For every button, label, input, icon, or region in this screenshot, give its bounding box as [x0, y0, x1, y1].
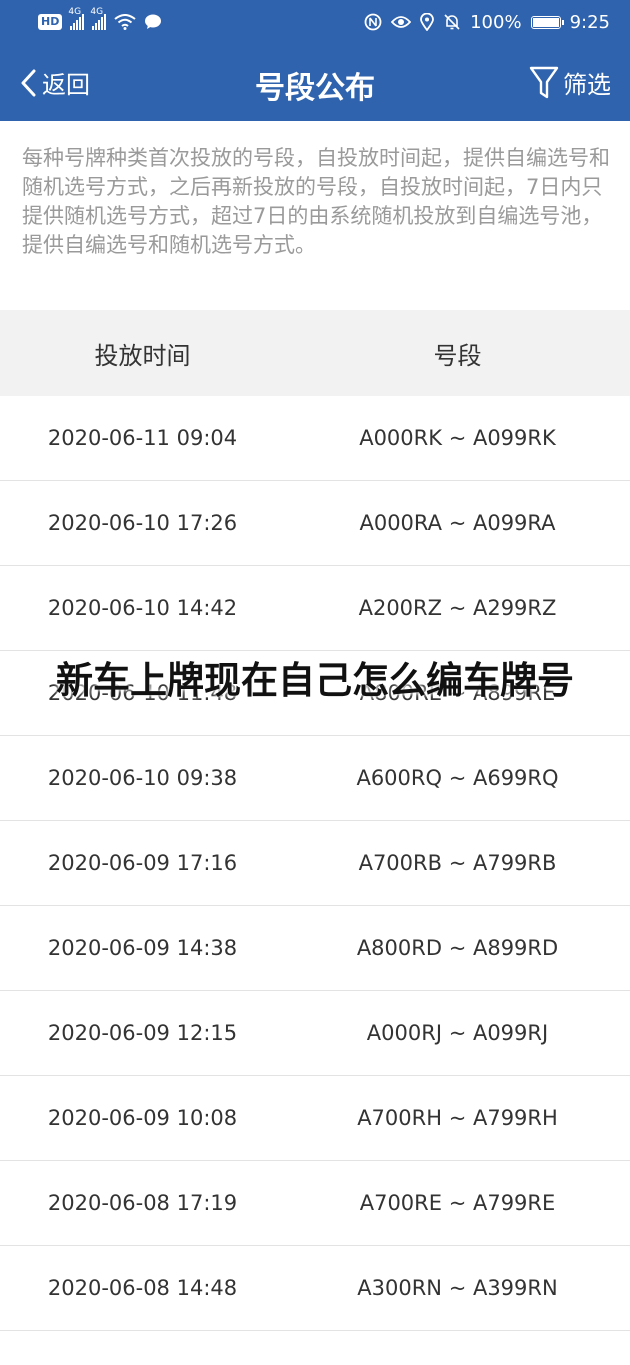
filter-label: 筛选: [563, 71, 611, 99]
funnel-icon: [529, 66, 559, 98]
table-row[interactable]: 2020-06-11 09:04 A000RK ~ A099RK: [0, 396, 630, 481]
plate-range: A700RH ~ A799RH: [357, 1106, 558, 1130]
table-row[interactable]: 2020-06-09 14:38 A800RD ~ A899RD: [0, 906, 630, 991]
filter-button[interactable]: 筛选: [529, 65, 611, 100]
release-time: 2020-06-09 10:08: [47, 1106, 238, 1130]
release-time: 2020-06-09 14:38: [47, 936, 238, 960]
release-time: 2020-06-11 09:04: [47, 426, 238, 450]
release-time: 2020-06-09 12:15: [47, 1021, 238, 1045]
plate-range: A000RK ~ A099RK: [359, 426, 556, 450]
release-time: 2020-06-08 14:48: [47, 1276, 238, 1300]
battery-icon: [530, 15, 564, 29]
plate-range: A000RA ~ A099RA: [359, 511, 556, 535]
network-type-label: 4G: [68, 7, 82, 17]
battery-percent: 100%: [470, 11, 522, 33]
nfc-icon: [364, 13, 382, 31]
column-header-range: 号段: [433, 341, 482, 370]
release-time: 2020-06-08 17:19: [47, 1191, 238, 1215]
plate-range: A700RE ~ A799RE: [359, 1191, 556, 1215]
plate-range-list: 2020-06-11 09:04 A000RK ~ A099RK 2020-06-…: [0, 396, 630, 1331]
location-icon: [420, 13, 435, 31]
plate-range: A800RD ~ A899RD: [356, 936, 559, 960]
network-type-label-2: 4G: [90, 7, 104, 17]
table-row[interactable]: 2020-06-09 10:08 A700RH ~ A799RH: [0, 1076, 630, 1161]
plate-range: A300RN ~ A399RN: [357, 1276, 558, 1300]
clock: 9:25: [569, 11, 610, 33]
table-row[interactable]: 2020-06-08 17:19 A700RE ~ A799RE: [0, 1161, 630, 1246]
status-bar-right: 100% 9:25: [364, 9, 610, 35]
release-time: 2020-06-09 17:16: [47, 851, 238, 875]
plate-range: A200RZ ~ A299RZ: [358, 596, 557, 620]
table-row[interactable]: 2020-06-08 14:48 A300RN ~ A399RN: [0, 1246, 630, 1331]
signal-icon-2: 4G: [90, 7, 107, 30]
signal-icon: 4G: [68, 7, 85, 30]
table-row[interactable]: 2020-06-09 12:15 A000RJ ~ A099RJ: [0, 991, 630, 1076]
release-time: 2020-06-10 14:42: [47, 596, 238, 620]
table-header: 投放时间 号段: [0, 310, 630, 396]
table-row[interactable]: 2020-06-10 14:42 A200RZ ~ A299RZ: [0, 566, 630, 651]
status-bar: HD 4G 4G 100% 9:25: [0, 0, 630, 44]
release-time: 2020-06-10 17:26: [47, 511, 238, 535]
plate-range: A000RJ ~ A099RJ: [366, 1021, 549, 1045]
mute-bell-icon: [444, 14, 460, 30]
table-row[interactable]: 2020-06-09 17:16 A700RB ~ A799RB: [0, 821, 630, 906]
plate-range: A700RB ~ A799RB: [358, 851, 557, 875]
plate-range: A600RQ ~ A699RQ: [356, 766, 559, 790]
chat-icon: [145, 14, 162, 29]
wifi-icon: [114, 14, 136, 30]
status-bar-left: HD 4G 4G: [38, 7, 162, 35]
notice-text: 每种号牌种类首次投放的号段，自投放时间起，提供自编选号和随机选号方式，之后再新投…: [22, 146, 610, 257]
column-header-time: 投放时间: [94, 341, 191, 370]
table-row[interactable]: 2020-06-10 09:38 A600RQ ~ A699RQ: [0, 736, 630, 821]
table-row[interactable]: 2020-06-10 17:26 A000RA ~ A099RA: [0, 481, 630, 566]
release-time: 2020-06-10 09:38: [47, 766, 238, 790]
app-header: HD 4G 4G 100% 9:25 返回 号段公布 筛选: [0, 0, 630, 121]
nav-bar: 返回 号段公布 筛选: [0, 44, 630, 121]
hd-badge: HD: [38, 14, 63, 30]
eye-icon: [391, 16, 412, 28]
overlay-caption: 新车上牌现在自己怎么编车牌号: [56, 659, 574, 702]
